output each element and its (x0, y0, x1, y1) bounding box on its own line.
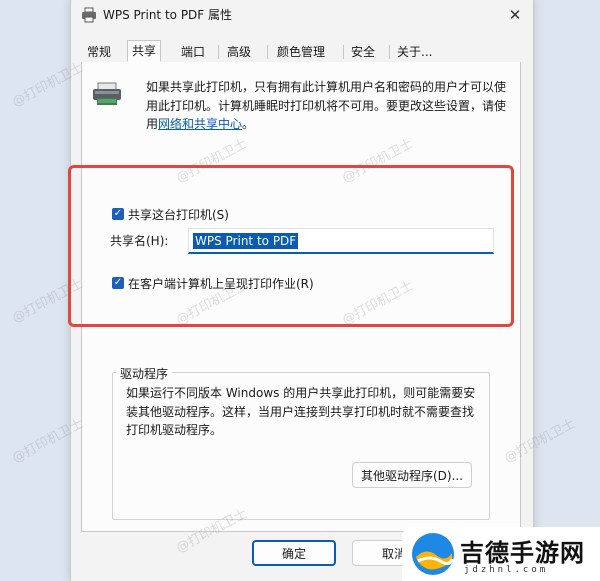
tab-ports[interactable]: 端口 (177, 43, 209, 61)
tab-separator (343, 45, 344, 59)
network-sharing-center-link[interactable]: 网络和共享中心 (158, 117, 242, 131)
tab-separator (218, 45, 219, 59)
printer-device-icon (93, 82, 121, 105)
tab-security[interactable]: 安全 (347, 43, 379, 61)
site-logo-icon (412, 533, 454, 575)
close-icon[interactable]: ✕ (497, 0, 533, 30)
tab-separator (389, 45, 390, 59)
drivers-legend: 驱动程序 (116, 365, 173, 382)
tab-sharing[interactable]: 共享 (127, 40, 162, 62)
ok-button[interactable]: 确定 (252, 540, 336, 566)
drivers-description: 如果运行不同版本 Windows 的用户共享此打印机，则可能需要安 装其他驱动程… (126, 386, 476, 437)
printer-icon (82, 7, 96, 23)
window-title: WPS Print to PDF 属性 (103, 8, 233, 22)
tab-separator (267, 45, 268, 59)
site-logo: 吉德手游网 jdzhnl.com (402, 527, 600, 581)
background-left (0, 0, 70, 581)
tab-advanced[interactable]: 高级 (223, 43, 255, 61)
sharing-info-text: 如果共享此打印机，只有拥有此计算机用户名和密码的用户才可以使 用此打印机。计算机… (146, 80, 507, 131)
site-domain: jdzhnl.com (464, 565, 549, 575)
title-bar: WPS Print to PDF 属性 ✕ (71, 0, 533, 30)
tab-general[interactable]: 常规 (83, 43, 115, 61)
tab-bar: 常规 共享 端口 高级 颜色管理 安全 关于... (81, 40, 521, 63)
additional-drivers-button[interactable]: 其他驱动程序(D)... (352, 462, 472, 488)
site-title: 吉德手游网 (460, 539, 585, 567)
tab-color-management[interactable]: 颜色管理 (273, 43, 329, 61)
tab-about[interactable]: 关于... (393, 43, 436, 61)
highlight-box (68, 165, 514, 327)
